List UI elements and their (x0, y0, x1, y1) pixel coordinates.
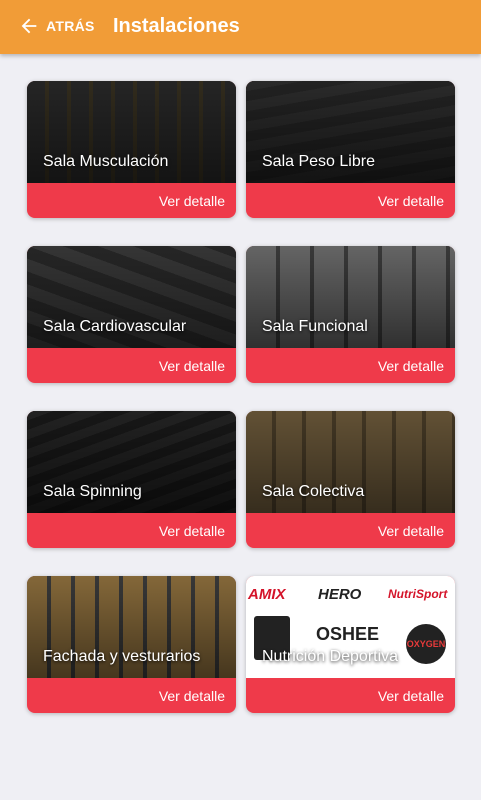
facility-title: Sala Cardiovascular (43, 318, 187, 335)
facility-title: Sala Spinning (43, 483, 142, 500)
view-detail-button[interactable]: Ver detalle (378, 358, 444, 374)
facility-card-fachada[interactable]: Fachada y vesturarios Ver detalle (27, 576, 236, 713)
app-bar: ATRÁS Instalaciones (0, 0, 481, 54)
facility-title: Sala Musculación (43, 153, 169, 170)
view-detail-button[interactable]: Ver detalle (159, 193, 225, 209)
facility-title: Sala Peso Libre (262, 153, 375, 170)
card-footer: Ver detalle (246, 183, 455, 218)
oxygen-logo: OXYGEN (406, 624, 446, 664)
card-footer: Ver detalle (27, 183, 236, 218)
view-detail-button[interactable]: Ver detalle (159, 358, 225, 374)
view-detail-button[interactable]: Ver detalle (159, 523, 225, 539)
facility-card-cardiovascular[interactable]: Sala Cardiovascular Ver detalle (27, 246, 236, 383)
card-footer: Ver detalle (27, 678, 236, 713)
hero-logo: HERO (318, 586, 362, 603)
facility-card-colectiva[interactable]: Sala Colectiva Ver detalle (246, 411, 455, 548)
facility-card-peso-libre[interactable]: Sala Peso Libre Ver detalle (246, 81, 455, 218)
facility-card-musculacion[interactable]: Sala Musculación Ver detalle (27, 81, 236, 218)
view-detail-button[interactable]: Ver detalle (378, 688, 444, 704)
nutrisport-logo: NutriSport (388, 587, 448, 601)
view-detail-button[interactable]: Ver detalle (378, 193, 444, 209)
facility-image: Sala Colectiva (246, 411, 455, 513)
facilities-grid: Sala Musculación Ver detalle Sala Peso L… (27, 81, 455, 713)
facility-image: Sala Cardiovascular (27, 246, 236, 348)
facility-card-spinning[interactable]: Sala Spinning Ver detalle (27, 411, 236, 548)
back-label: ATRÁS (46, 18, 95, 34)
facility-title: Fachada y vesturarios (43, 648, 201, 665)
back-button[interactable]: ATRÁS (18, 12, 95, 40)
view-detail-button[interactable]: Ver detalle (378, 523, 444, 539)
arrow-left-icon (21, 18, 37, 34)
facility-image: Sala Peso Libre (246, 81, 455, 183)
facility-title: Nutrición Deportiva (262, 648, 399, 665)
facility-image: Sala Spinning (27, 411, 236, 513)
facility-image: Sala Musculación (27, 81, 236, 183)
oshee-logo: OSHEE (316, 624, 380, 644)
facility-image: Sala Funcional (246, 246, 455, 348)
facility-card-nutricion[interactable]: AMIX HERO NutriSport OSHEE OXYGEN Nutric… (246, 576, 455, 713)
card-footer: Ver detalle (246, 513, 455, 548)
card-footer: Ver detalle (27, 513, 236, 548)
facility-image: AMIX HERO NutriSport OSHEE OXYGEN Nutric… (246, 576, 455, 678)
card-footer: Ver detalle (246, 348, 455, 383)
facility-card-funcional[interactable]: Sala Funcional Ver detalle (246, 246, 455, 383)
facility-image: Fachada y vesturarios (27, 576, 236, 678)
view-detail-button[interactable]: Ver detalle (159, 688, 225, 704)
amix-logo: AMIX (248, 586, 286, 603)
facility-title: Sala Colectiva (262, 483, 365, 500)
page-title: Instalaciones (113, 15, 240, 37)
card-footer: Ver detalle (27, 348, 236, 383)
facility-title: Sala Funcional (262, 318, 368, 335)
card-footer: Ver detalle (246, 678, 455, 713)
